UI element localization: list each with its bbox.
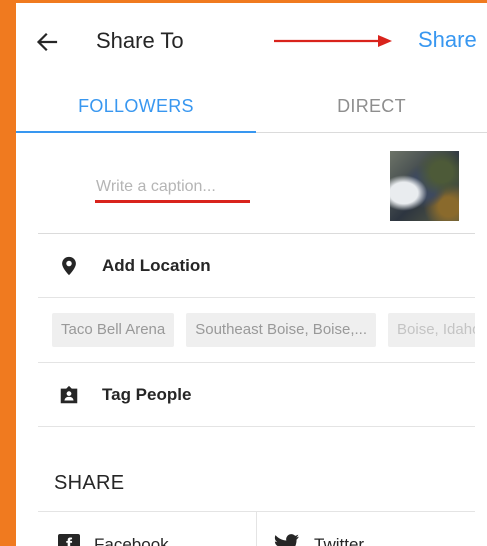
share-button[interactable]: Share [418,27,477,53]
share-to-screen: Share To Share FOLLOWERS DIRECT Add Loca… [16,3,487,546]
add-location-label: Add Location [102,255,211,275]
annotation-underline [95,200,250,203]
location-chip[interactable]: Taco Bell Arena [52,313,175,347]
tag-people-label: Tag People [102,384,192,404]
add-location-row[interactable]: Add Location [38,234,475,298]
share-section-heading: SHARE [54,472,125,494]
tag-people-row[interactable]: Tag People [38,363,475,427]
post-thumbnail [390,151,459,221]
annotation-arrow-icon [274,35,392,47]
tab-bar: FOLLOWERS DIRECT [16,79,487,133]
divider [256,512,257,546]
location-suggestions: Taco Bell Arena Southeast Boise, Boise,.… [38,298,475,363]
tag-person-icon [60,385,78,403]
tab-followers[interactable]: FOLLOWERS [16,79,256,133]
caption-row [38,133,475,234]
header: Share To Share [16,3,487,79]
location-pin-icon [62,256,76,275]
twitter-toggle[interactable]: Twitter [274,534,364,546]
arrow-left-icon [36,32,58,52]
location-chip[interactable]: Southeast Boise, Boise,... [186,313,377,347]
facebook-icon [58,534,80,546]
twitter-icon [274,534,299,546]
caption-input[interactable] [96,175,296,199]
screenshot-frame: Share To Share FOLLOWERS DIRECT Add Loca… [0,0,487,546]
location-chip[interactable]: Boise, Idaho [388,313,475,347]
share-options: Facebook Twitter [38,511,475,546]
twitter-label: Twitter [314,535,365,546]
back-button[interactable] [30,25,64,59]
page-title: Share To [96,28,184,53]
facebook-label: Facebook [94,535,169,546]
facebook-toggle[interactable]: Facebook [58,534,169,546]
tab-direct[interactable]: DIRECT [256,79,487,133]
frame-border-left [0,0,16,546]
